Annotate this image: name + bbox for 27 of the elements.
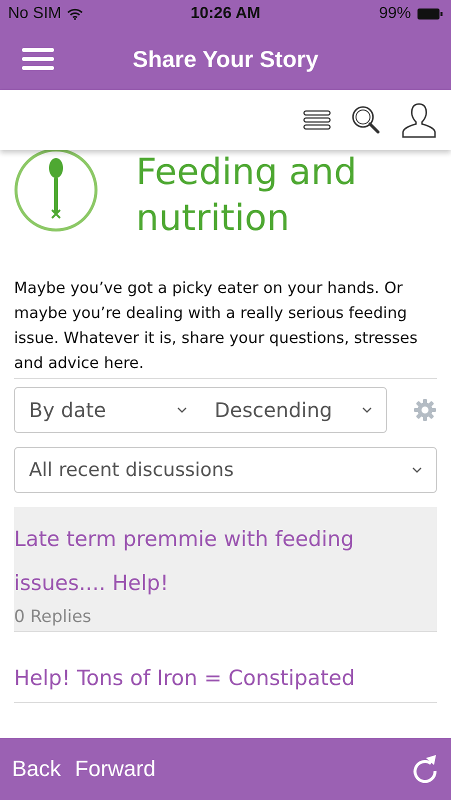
back-button[interactable]: Back (12, 756, 61, 782)
category-description: Maybe you’ve got a picky eater on your hands. Or maybe you’re dealing with a really serious feeding issue. Whatever it is, share your questions, stresses and advice here. (14, 276, 437, 379)
discussion-title[interactable]: Late term premmie with feeding issues.... Help! (14, 517, 437, 605)
caret-icon (176, 407, 186, 413)
filter-dropdown[interactable]: All recent discussions (14, 447, 437, 493)
reply-count: 0 Replies (14, 606, 92, 629)
discussion-item[interactable]: Late term premmie with feeding issues.... Help! 0 Replies (14, 507, 437, 632)
battery-text: 99% (378, 5, 411, 23)
menu-icon[interactable] (22, 48, 54, 70)
search-icon[interactable] (351, 105, 381, 135)
refresh-icon[interactable] (411, 754, 439, 784)
carrier-text: No SIM (8, 5, 62, 23)
caret-icon (412, 467, 422, 473)
spoon-icon (14, 150, 98, 232)
category-title: Feeding and nutrition (136, 151, 358, 241)
wifi-icon (67, 8, 84, 20)
user-icon[interactable] (401, 102, 437, 138)
clock-text: 10:26 AM (190, 5, 260, 23)
discussion-title[interactable]: Help! Tons of Iron = Constipated (14, 656, 437, 700)
sort-by-dropdown[interactable]: By date (15, 388, 200, 432)
sort-direction-dropdown[interactable]: Descending (200, 388, 386, 432)
page-title: Share Your Story (132, 46, 318, 72)
battery-icon (417, 8, 443, 20)
discussion-item[interactable]: Help! Tons of Iron = Constipated (14, 646, 437, 703)
list-icon[interactable] (303, 110, 331, 130)
forward-button[interactable]: Forward (74, 756, 156, 782)
caret-icon (362, 407, 372, 413)
